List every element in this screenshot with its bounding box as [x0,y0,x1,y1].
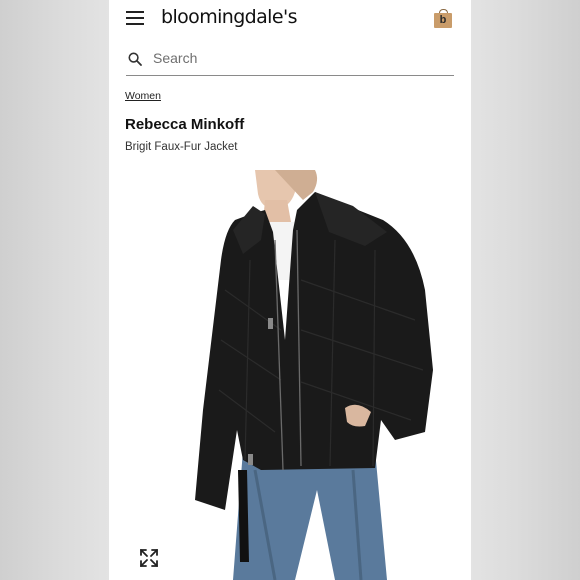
mobile-page: bloomingdale's b Search Women Rebecca Mi… [109,0,471,580]
bag-letter: b [439,14,447,26]
product-image[interactable] [125,170,455,580]
product-name: Brigit Faux-Fur Jacket [125,141,238,153]
expand-icon[interactable] [138,547,160,569]
search-input[interactable]: Search [126,45,454,76]
breadcrumb-women[interactable]: Women [125,90,161,102]
header: bloomingdale's b [109,0,471,38]
menu-icon[interactable] [126,11,144,25]
search-icon [128,52,142,66]
brand-logo[interactable]: bloomingdale's [161,6,297,28]
background-right [471,0,580,580]
shopping-bag-icon[interactable]: b [434,9,452,28]
product-brand: Rebecca Minkoff [125,116,245,133]
product-photo [125,170,455,580]
search-placeholder: Search [153,50,198,66]
background-left [0,0,109,580]
